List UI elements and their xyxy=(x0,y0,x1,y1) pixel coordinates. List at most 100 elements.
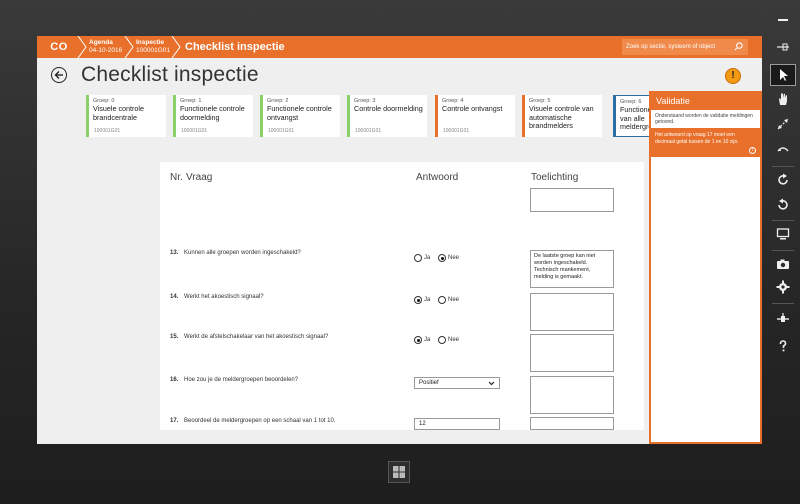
column-header-nr: Nr. xyxy=(170,172,183,183)
question-14: 14. Werkt het akoestisch signaal? xyxy=(170,294,264,300)
validation-title: Validatie xyxy=(651,93,760,110)
info-icon[interactable]: i xyxy=(749,147,756,154)
minimize-icon[interactable] xyxy=(770,10,796,32)
question-16: 16. Hoe zou je de meldergroepen beoordel… xyxy=(170,377,298,383)
app-screen: CO Agenda 04-10-2016 Inspectie 100001G01… xyxy=(37,36,762,444)
radio-label: Ja xyxy=(424,337,431,343)
group-tile-1[interactable]: Groep: 1 Functionele controle doormeldin… xyxy=(173,95,253,137)
question-text: Hoe zou je de meldergroepen beoordelen? xyxy=(184,377,299,383)
help-icon[interactable] xyxy=(770,336,796,358)
toolbar-divider xyxy=(772,303,794,304)
validation-message[interactable]: Het antwoord op vraag 17 moet een decima… xyxy=(651,128,760,157)
group-name: Functionele controle ontvangst xyxy=(267,104,332,122)
windows-button[interactable] xyxy=(388,461,410,483)
page-title: Checklist inspectie xyxy=(81,63,259,86)
windows-logo-icon xyxy=(393,466,405,478)
chevron-down-icon xyxy=(488,381,495,386)
topbar-title: Checklist inspectie xyxy=(185,41,285,53)
back-button[interactable] xyxy=(51,67,67,83)
question-15: 15. Werkt de afstelschakelaar van het ak… xyxy=(170,334,328,340)
note-textarea[interactable] xyxy=(530,334,614,372)
cursor-icon[interactable] xyxy=(770,64,796,86)
select-value: Positief xyxy=(419,380,439,386)
radio-label: Ja xyxy=(424,297,431,303)
group-name: Visuele controle van automatische brandm… xyxy=(529,104,594,130)
app-logo[interactable]: CO xyxy=(37,36,81,58)
search-placeholder: Zoek op sectie, systeem of object xyxy=(626,44,716,50)
resize-icon[interactable] xyxy=(770,114,796,136)
note-textarea[interactable] xyxy=(530,417,614,430)
toolbar-divider xyxy=(772,250,794,251)
radio-label: Nee xyxy=(448,337,460,343)
side-toolbar xyxy=(764,0,800,504)
rotate-right-icon[interactable] xyxy=(770,170,796,192)
radio-ja[interactable] xyxy=(414,254,422,262)
radio-ja[interactable] xyxy=(414,336,422,344)
note-textarea[interactable] xyxy=(530,293,614,331)
question-17: 17. Beoordeel de meldergroepen op een sc… xyxy=(170,418,335,424)
warning-icon[interactable]: ! xyxy=(725,68,741,84)
group-name: Visuele controle brandcentrale xyxy=(93,104,145,122)
question-number: 15. xyxy=(170,334,179,340)
radio-label: Nee xyxy=(448,255,460,261)
group-code: 100001G01 xyxy=(355,128,382,134)
search-input[interactable]: Zoek op sectie, systeem of object xyxy=(622,39,748,55)
top-bar: CO Agenda 04-10-2016 Inspectie 100001G01… xyxy=(37,36,762,58)
answer-radio-group: Ja Nee xyxy=(414,254,465,262)
validation-message-text: Het antwoord op vraag 17 moet een decima… xyxy=(655,132,739,145)
breadcrumb-inspectie[interactable]: Inspectie 100001G01 xyxy=(136,39,170,55)
breadcrumb-agenda[interactable]: Agenda 04-10-2016 xyxy=(89,39,122,55)
note-textarea[interactable] xyxy=(530,188,614,212)
search-icon[interactable] xyxy=(734,42,743,51)
question-text: Kunnen alle groepen worden ingeschakeld? xyxy=(184,250,301,256)
radio-ja[interactable] xyxy=(414,296,422,304)
breadcrumb-sub: 04-10-2016 xyxy=(89,47,123,54)
validation-panel: Validatie Onderstaand worden de validati… xyxy=(649,91,762,444)
group-name: Functionele van alle meldergro xyxy=(620,105,653,131)
note-textarea[interactable] xyxy=(530,376,614,414)
group-tile-2[interactable]: Groep: 2 Functionele controle ontvangst … xyxy=(260,95,340,137)
note-text: De laatste groep kan niet worden ingesch… xyxy=(534,253,596,280)
radio-nee[interactable] xyxy=(438,296,447,304)
validation-subtitle: Onderstaand worden de validatie meldinge… xyxy=(655,113,753,125)
column-header-antwoord: Antwoord xyxy=(416,172,459,183)
radio-nee[interactable] xyxy=(438,254,447,262)
group-tile-0[interactable]: Groep: 0 Visuele controle brandcentrale … xyxy=(86,95,166,137)
group-tile-6[interactable]: Groep: 6 Functionele van alle meldergro xyxy=(613,95,653,137)
group-code: 100001G01 xyxy=(268,128,295,134)
toolbar-divider xyxy=(772,220,794,221)
hand-icon[interactable] xyxy=(770,89,796,111)
question-number: 13. xyxy=(170,250,179,256)
radio-label: Nee xyxy=(448,297,460,303)
breadcrumb-title: Agenda xyxy=(89,39,113,46)
answer-radio-group: Ja Nee xyxy=(414,336,465,344)
chevron-right-icon xyxy=(171,36,181,58)
chevron-right-icon xyxy=(124,36,134,58)
group-name: Controle ontvangst xyxy=(442,104,503,113)
radio-nee[interactable] xyxy=(438,336,447,344)
question-text: Werkt het akoestisch signaal? xyxy=(184,294,264,300)
swipe-icon[interactable] xyxy=(770,139,796,161)
rotate-left-icon[interactable] xyxy=(770,195,796,217)
connect-icon[interactable] xyxy=(770,308,796,330)
question-text: Beoordeel de meldergroepen op een schaal… xyxy=(184,418,336,424)
note-textarea[interactable]: De laatste groep kan niet worden ingesch… xyxy=(530,250,614,288)
column-header-vraag: Vraag xyxy=(186,172,213,183)
group-tile-3[interactable]: Groep: 3 Controle doormelding 100001G01 xyxy=(347,95,427,137)
question-number: 14. xyxy=(170,294,179,300)
question-text: Werkt de afstelschakelaar van het akoest… xyxy=(184,334,329,340)
answer-radio-group: Ja Nee xyxy=(414,296,465,304)
group-code: 100001G01 xyxy=(443,128,470,134)
group-tile-5[interactable]: Groep: 5 Visuele controle van automatisc… xyxy=(522,95,602,137)
display-icon[interactable] xyxy=(770,224,796,246)
settings-icon[interactable] xyxy=(770,277,796,299)
score-input[interactable]: 12 xyxy=(414,418,500,430)
group-tile-4[interactable]: Groep: 4 Controle ontvangst 100001G01 xyxy=(435,95,515,137)
group-code: 100001G01 xyxy=(94,128,121,134)
group-name: Controle doormelding xyxy=(354,104,423,113)
question-number: 16. xyxy=(170,377,179,383)
pin-icon[interactable] xyxy=(770,37,796,59)
checklist-card: Nr. Vraag Antwoord Toelichting 13. Kunne… xyxy=(160,162,644,430)
rating-select[interactable]: Positief xyxy=(414,377,500,389)
camera-icon[interactable] xyxy=(770,254,796,276)
